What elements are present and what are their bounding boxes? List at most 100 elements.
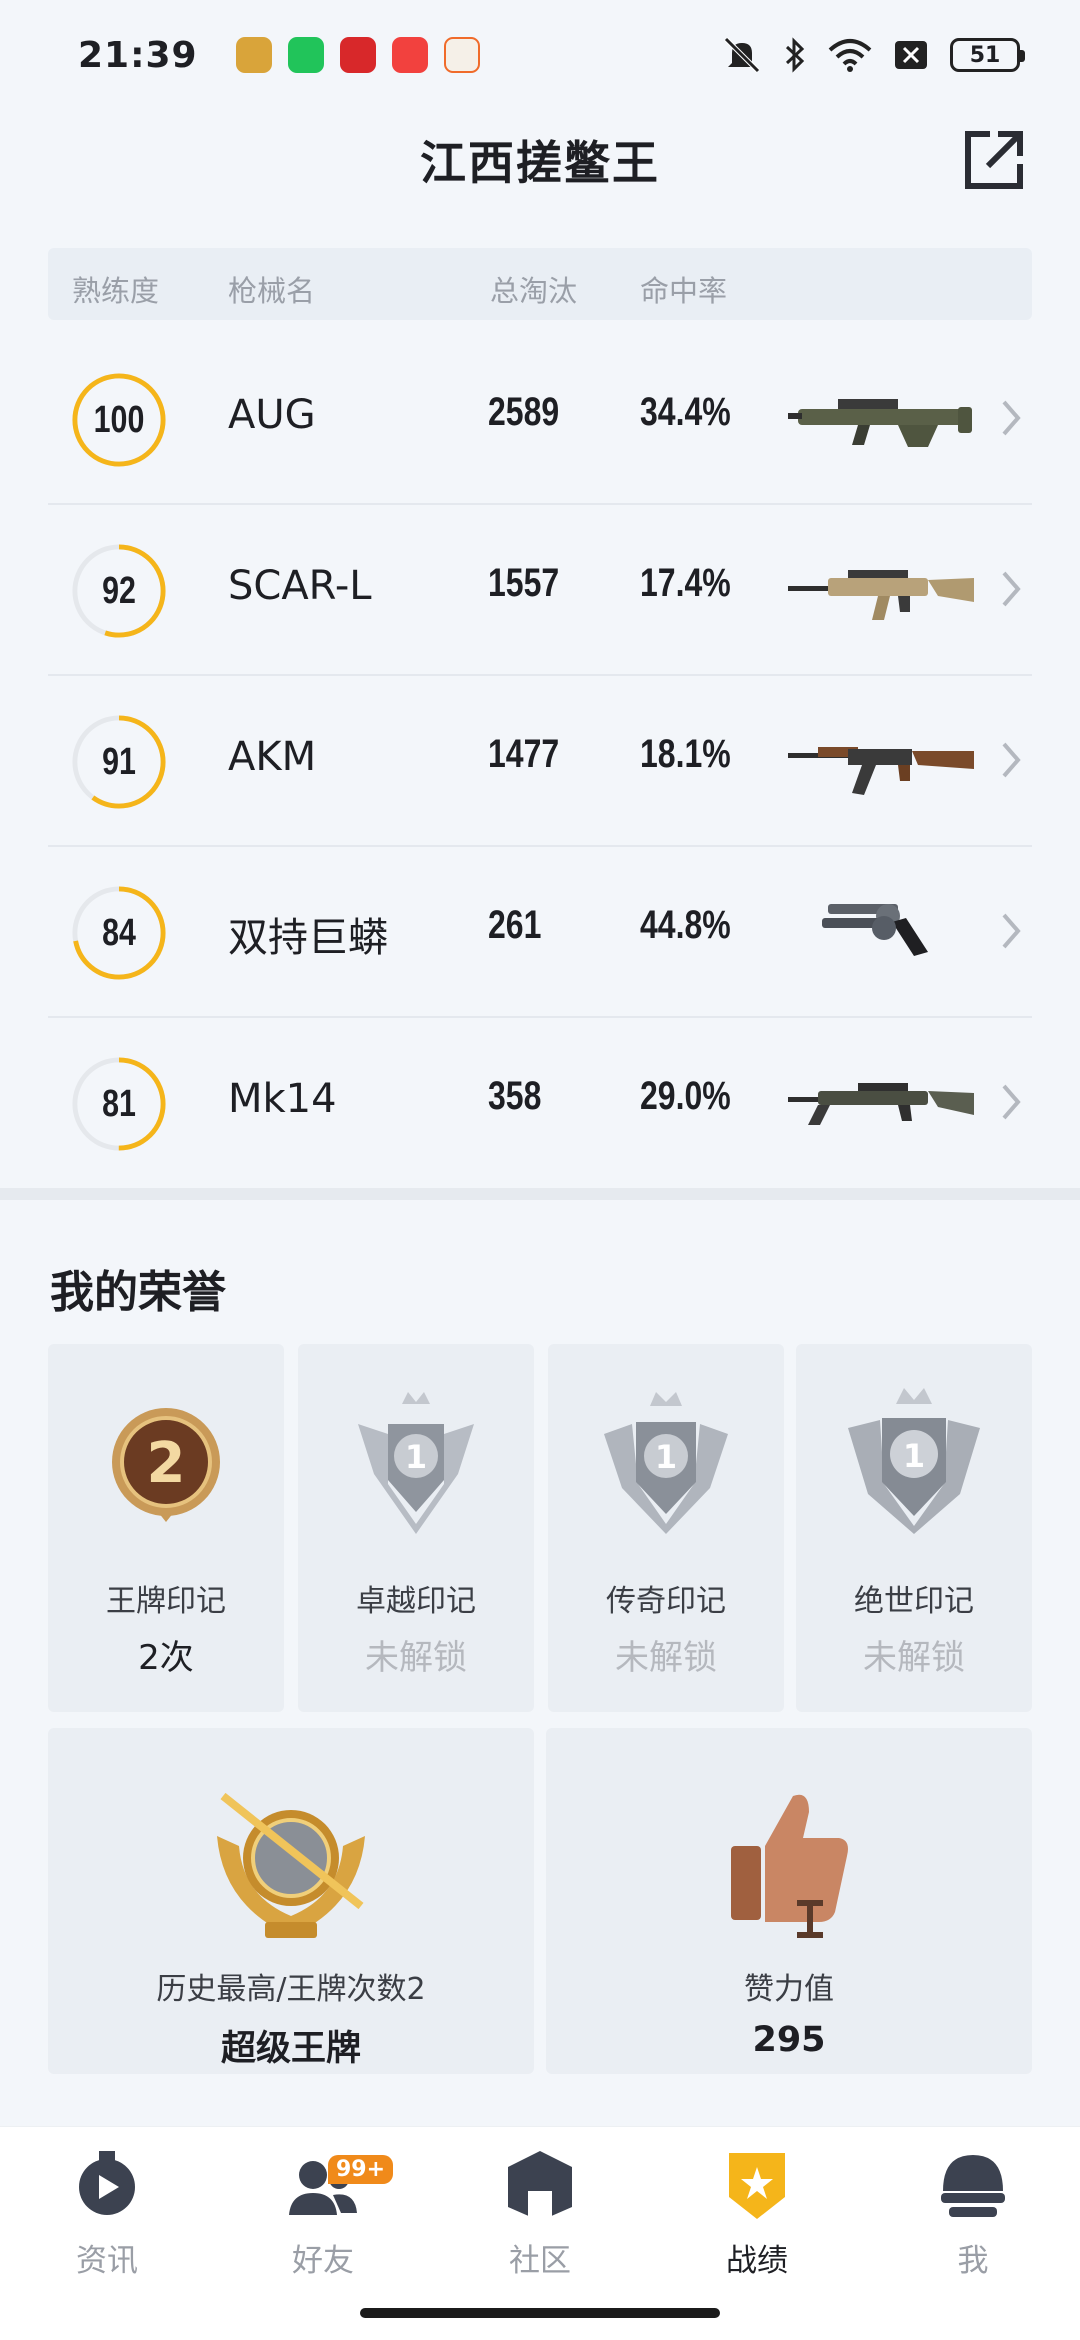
share-external-icon[interactable] <box>960 124 1030 194</box>
nav-tab-news[interactable]: 资讯 <box>32 2147 182 2280</box>
badge-card-ace[interactable]: 2 王牌印记 2次 <box>48 1344 284 1712</box>
weapon-accuracy: 29.0% <box>640 1074 731 1118</box>
badge-value: 2次 <box>138 1638 194 1678</box>
super-ace-rank-icon <box>217 1792 365 1938</box>
friends-count-badge: 99+ <box>328 2155 394 2184</box>
profile-helmet-icon <box>941 2155 1005 2217</box>
battery-icon: 51 <box>950 38 1025 72</box>
badge-card-peerless[interactable]: 1 绝世印记 未解锁 <box>796 1344 1032 1712</box>
badge-label: 卓越印记 <box>356 1584 476 1619</box>
wechat-icon <box>287 37 324 73</box>
weapon-kills: 1557 <box>488 561 560 605</box>
bluetooth-icon <box>785 37 805 73</box>
community-icon <box>508 2151 572 2221</box>
weapons-table: 100 AUG 2589 34.4% 92 SCAR-L 1557 17.4% <box>48 334 1032 1189</box>
weapon-row[interactable]: 81 Mk14 358 29.0% <box>48 1018 1032 1189</box>
honors-title: 我的荣誉 <box>50 1267 226 1318</box>
weapon-accuracy: 44.8% <box>640 903 731 947</box>
chevron-right-icon[interactable] <box>1000 911 1022 951</box>
status-bar: 21:39 51 <box>0 0 1080 110</box>
weapon-kills: 358 <box>488 1074 542 1118</box>
scar-l-rifle-icon <box>788 570 974 620</box>
svg-text:1: 1 <box>655 1438 677 1476</box>
weapons-table-header: 熟练度 枪械名 总淘汰 命中率 <box>48 248 1032 320</box>
svg-text:1: 1 <box>405 1438 427 1476</box>
weapon-name: Mk14 <box>228 1076 337 1122</box>
column-accuracy: 命中率 <box>640 274 728 308</box>
badge-card-excellent[interactable]: 1 卓越印记 未解锁 <box>298 1344 534 1712</box>
column-weapon-name: 枪械名 <box>228 274 316 308</box>
legend-mark-badge-icon: 1 <box>604 1392 728 1534</box>
status-time: 21:39 <box>78 34 198 76</box>
badge-value: 未解锁 <box>365 1638 467 1678</box>
stats-icon <box>729 2153 785 2219</box>
weapon-row[interactable]: 84 双持巨蟒 261 44.8% <box>48 847 1032 1018</box>
nav-tab-me[interactable]: 我 <box>898 2147 1048 2280</box>
nav-tab-community[interactable]: 社区 <box>465 2147 615 2280</box>
nav-tab-friends[interactable]: 99+ 好友 <box>248 2147 398 2280</box>
akm-rifle-icon <box>788 747 974 795</box>
badge-card-legend[interactable]: 1 传奇印记 未解锁 <box>548 1344 784 1712</box>
column-total-kills: 总淘汰 <box>490 274 578 308</box>
dual-revolver-icon <box>822 904 928 956</box>
proficiency-value: 81 <box>102 1082 136 1125</box>
badge-label: 传奇印记 <box>606 1584 726 1619</box>
notification-icons <box>235 37 480 73</box>
column-proficiency: 熟练度 <box>72 274 160 308</box>
ace-mark-badge-icon: 2 <box>112 1408 220 1522</box>
news-icon <box>79 2151 135 2215</box>
likes-card[interactable]: 赞力值 295 <box>546 1728 1032 2074</box>
game-app-icon <box>235 37 272 73</box>
nav-label: 我 <box>957 2243 989 2279</box>
weapon-name: SCAR-L <box>228 563 372 609</box>
proficiency-value: 100 <box>93 398 145 441</box>
proficiency-value: 84 <box>102 911 136 954</box>
mk14-rifle-icon <box>788 1083 974 1125</box>
section-divider <box>0 1188 1080 1200</box>
weapon-name: AUG <box>228 392 316 438</box>
page-header: 江西搓鳖王 <box>0 110 1080 210</box>
bookmark-app-icon <box>443 37 480 73</box>
nav-label: 战绩 <box>726 2243 788 2279</box>
weapon-row[interactable]: 100 AUG 2589 34.4% <box>48 334 1032 505</box>
rank-value: 超级王牌 <box>220 2029 361 2069</box>
weapon-name: 双持巨蟒 <box>228 915 388 961</box>
weapon-kills: 1477 <box>488 732 560 776</box>
proficiency-value: 91 <box>102 740 136 783</box>
nav-label: 好友 <box>292 2243 354 2279</box>
chevron-right-icon[interactable] <box>1000 740 1022 780</box>
thumbs-up-trophy-icon <box>731 1794 848 1938</box>
weapon-kills: 261 <box>488 903 542 947</box>
likes-value: 295 <box>752 2020 826 2060</box>
mute-icon <box>724 37 760 73</box>
nav-label: 资讯 <box>76 2243 138 2279</box>
weapon-kills: 2589 <box>488 390 560 434</box>
weapon-name: AKM <box>228 734 317 780</box>
badge-value: 未解锁 <box>615 1638 717 1678</box>
music-icon <box>391 37 428 73</box>
badge-label: 绝世印记 <box>854 1584 974 1619</box>
badge-label: 王牌印记 <box>106 1584 226 1619</box>
page-title: 江西搓鳖王 <box>420 136 660 190</box>
chevron-right-icon[interactable] <box>1000 1082 1022 1122</box>
svg-text:2: 2 <box>147 1431 186 1496</box>
weapon-accuracy: 18.1% <box>640 732 731 776</box>
alert-app-icon <box>339 37 376 73</box>
chevron-right-icon[interactable] <box>1000 569 1022 609</box>
likes-label: 赞力值 <box>744 1972 834 2007</box>
excellent-mark-badge-icon: 1 <box>358 1392 474 1534</box>
badge-value: 未解锁 <box>863 1638 965 1678</box>
rank-label: 历史最高/王牌次数2 <box>156 1972 426 2007</box>
system-status-icons: 51 <box>722 37 1025 73</box>
wifi-icon <box>828 39 872 72</box>
weapon-row[interactable]: 92 SCAR-L 1557 17.4% <box>48 505 1032 676</box>
rank-card[interactable]: 历史最高/王牌次数2 超级王牌 <box>48 1728 534 2074</box>
proficiency-value: 92 <box>102 569 136 612</box>
aug-rifle-icon <box>788 399 972 447</box>
home-indicator[interactable] <box>360 2308 720 2318</box>
weapon-accuracy: 34.4% <box>640 390 731 434</box>
peerless-mark-badge-icon: 1 <box>848 1388 980 1534</box>
weapon-row[interactable]: 91 AKM 1477 18.1% <box>48 676 1032 847</box>
chevron-right-icon[interactable] <box>1000 398 1022 438</box>
nav-tab-stats[interactable]: 战绩 <box>682 2147 832 2280</box>
